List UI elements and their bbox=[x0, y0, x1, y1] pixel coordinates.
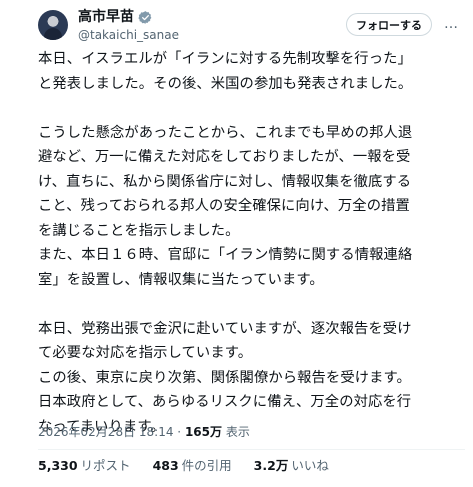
author-name[interactable]: 高市早苗 bbox=[78, 9, 134, 26]
avatar[interactable] bbox=[38, 10, 68, 40]
views-label: 表示 bbox=[222, 425, 250, 439]
quotes-count: 483 bbox=[152, 458, 179, 473]
tweet-text-line: こと、残っておられる邦人の安全確保に向け、万全の措置 bbox=[38, 198, 410, 214]
tweet-text-line: と発表しました。その後、米国の参加も発表されました。 bbox=[38, 75, 413, 92]
views-count: 165万 bbox=[184, 425, 222, 439]
tweet-text-line: こうした懸念があったことから、これまでも早めの邦人退 bbox=[38, 124, 413, 141]
meta-separator: · bbox=[173, 425, 185, 439]
tweet-text-line: 室」を設置し、情報収集に当たっています。 bbox=[38, 271, 324, 288]
author-handle[interactable]: @takaichi_sanae bbox=[78, 27, 179, 43]
engagement-stats: 5,330 リポスト 483 件の引用 3.2万 いいね bbox=[38, 458, 329, 474]
more-options-icon[interactable]: … bbox=[440, 14, 462, 34]
tweet-card: 高市早苗 @takaichi_sanae フォローする … 本日、イスラエルが「… bbox=[0, 0, 473, 487]
tweet-text-line: け、直ちに、私から関係省庁に対し、情報収集を徹底する bbox=[38, 173, 412, 190]
tweet-paragraph: こうした懸念があったことから、これまでも早めの邦人退 避など、万一に備えた対応をし… bbox=[38, 121, 466, 293]
reposts-count: 5,330 bbox=[38, 458, 78, 473]
tweet-paragraph: 本日、イスラエルが「イランに対する先制攻撃を行った」 と発表しました。その後、米国… bbox=[38, 47, 466, 96]
likes-count: 3.2万 bbox=[253, 458, 289, 473]
tweet-text-line: 避など、万一に備えた対応をしておりましたが、一報を受 bbox=[38, 149, 411, 165]
tweet-text-line: 日本政府として、あらゆるリスクに備え、万全の対応を行 bbox=[38, 394, 412, 410]
tweet-text-line: を講じることを指示しました。 bbox=[38, 222, 240, 239]
tweet-text-line: 本日、イスラエルが「イランに対する先制攻撃を行った」 bbox=[38, 51, 412, 67]
tweet-text: 本日、イスラエルが「イランに対する先制攻撃を行った」 と発表しました。その後、米国… bbox=[38, 47, 466, 439]
quotes-label: 件の引用 bbox=[181, 458, 232, 473]
reposts-label: リポスト bbox=[80, 458, 131, 473]
follow-button[interactable]: フォローする bbox=[346, 13, 432, 36]
reposts-stat[interactable]: 5,330 リポスト bbox=[38, 458, 131, 474]
timestamp[interactable]: 2026年02月28日 18:14 bbox=[38, 425, 173, 439]
tweet-text-line: 本日、党務出張で金沢に赴いていますが、逐次報告を受け bbox=[38, 320, 412, 337]
quotes-stat[interactable]: 483 件の引用 bbox=[153, 458, 232, 474]
tweet-text-line: また、本日１６時、官邸に「イラン情勢に関する情報連絡 bbox=[38, 247, 413, 263]
verified-badge-icon bbox=[138, 11, 152, 24]
tweet-paragraph: 本日、党務出張で金沢に赴いていますが、逐次報告を受け て必要な対応を指示しています… bbox=[38, 317, 466, 440]
author-info: 高市早苗 @takaichi_sanae bbox=[78, 9, 179, 43]
tweet-header: 高市早苗 @takaichi_sanae フォローする … bbox=[0, 0, 473, 46]
divider bbox=[38, 449, 465, 450]
tweet-text-line: この後、東京に戻り次第、関係閣僚から報告を受けます。 bbox=[38, 369, 411, 386]
likes-stat[interactable]: 3.2万 いいね bbox=[254, 458, 329, 474]
tweet-meta: 2026年02月28日 18:14 · 165万 表示 bbox=[38, 424, 250, 440]
name-row: 高市早苗 bbox=[78, 9, 179, 26]
likes-label: いいね bbox=[291, 458, 329, 473]
tweet-text-line: て必要な対応を指示しています。 bbox=[38, 345, 253, 361]
